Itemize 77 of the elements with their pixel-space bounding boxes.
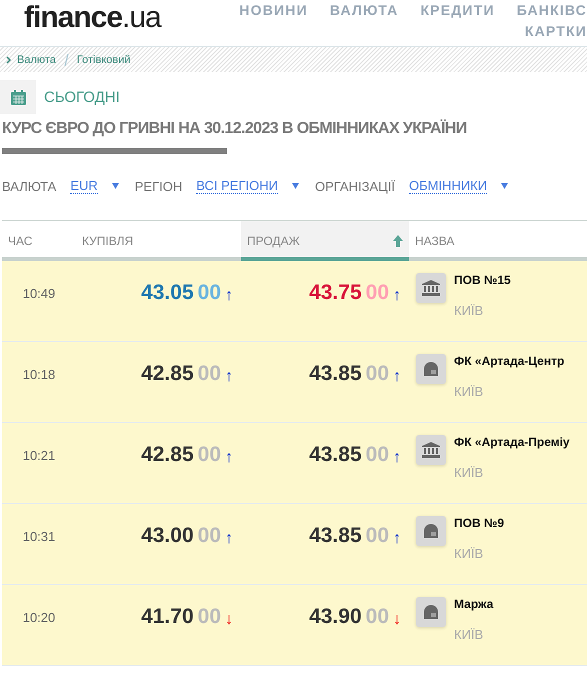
trend-arrow: ↓ bbox=[225, 610, 233, 628]
rate-fraction: 00 bbox=[366, 524, 389, 548]
city-label: КИЇВ bbox=[454, 465, 484, 480]
time-cell: 10:20 bbox=[22, 610, 56, 624]
filter-label: РЕГІОН bbox=[134, 178, 182, 194]
rate-fraction: 00 bbox=[198, 443, 221, 467]
filter-dropdown[interactable]: ВСІ РЕГІОНИ bbox=[196, 178, 278, 194]
trend-arrow: ↓ bbox=[393, 610, 401, 628]
trend-arrow: ↑ bbox=[225, 286, 233, 304]
nav-link[interactable]: КАРТКИ bbox=[524, 21, 587, 42]
trend-arrow: ↑ bbox=[225, 448, 233, 466]
filter-label: ОРГАНІЗАЦІЇ bbox=[314, 178, 395, 194]
city-label: КИЇВ bbox=[454, 627, 484, 642]
sell-rate: 43.75 bbox=[309, 281, 362, 305]
filter-dropdown[interactable]: ОБМІННИКИ bbox=[408, 178, 488, 194]
bank-building-icon bbox=[422, 280, 440, 296]
trend-arrow: ↑ bbox=[225, 530, 233, 548]
trend-arrow: ↑ bbox=[393, 530, 401, 548]
sell-rate: 43.85 bbox=[309, 524, 362, 548]
rate-fraction: 00 bbox=[366, 362, 389, 386]
time-cell: 10:21 bbox=[22, 448, 56, 462]
buy-rate: 42.85 bbox=[141, 443, 194, 467]
separator-icon bbox=[64, 54, 69, 66]
buy-rate: 41.70 bbox=[141, 605, 194, 629]
rate-fraction: 00 bbox=[198, 362, 221, 386]
caret-icon[interactable] bbox=[501, 183, 508, 189]
page-title: КУРС ЄВРО ДО ГРИВНІ НА 30.12.2023 В ОБМІННИКАХ УКРАЇНИ bbox=[2, 120, 468, 138]
rate-fraction: 00 bbox=[198, 524, 221, 548]
buy-rate: 43.00 bbox=[141, 524, 194, 548]
time-cell: 10:18 bbox=[22, 366, 56, 382]
time-cell: 10:31 bbox=[22, 528, 56, 544]
nav-link[interactable]: ВАЛЮТА bbox=[330, 0, 398, 21]
trend-arrow: ↑ bbox=[393, 368, 401, 386]
trend-arrow: ↑ bbox=[393, 448, 401, 466]
organization-name[interactable]: Маржа bbox=[454, 597, 494, 611]
rate-fraction: 00 bbox=[198, 281, 221, 305]
buy-rate: 42.85 bbox=[141, 362, 194, 386]
rate-fraction: 00 bbox=[366, 605, 389, 629]
rate-fraction: 00 bbox=[366, 281, 389, 305]
sell-rate: 43.85 bbox=[309, 443, 362, 467]
rate-fraction: 00 bbox=[366, 443, 389, 467]
chevron-icon bbox=[6, 56, 11, 64]
sell-rate: 43.85 bbox=[309, 362, 362, 386]
today-label: СЬОГОДНІ bbox=[44, 88, 120, 106]
buy-rate: 43.05 bbox=[141, 281, 194, 305]
city-label: КИЇВ bbox=[454, 303, 484, 318]
filter-label: ВАЛЮТА bbox=[2, 178, 56, 194]
bank-building-icon bbox=[422, 442, 440, 458]
time-cell: 10:49 bbox=[22, 286, 56, 300]
sell-rate: 43.90 bbox=[309, 605, 362, 629]
caret-icon[interactable] bbox=[292, 183, 299, 189]
trend-arrow: ↑ bbox=[393, 286, 401, 304]
organization-name[interactable]: ПОВ №15 bbox=[454, 273, 511, 287]
column-header[interactable]: ПРОДАЖ bbox=[241, 221, 409, 261]
organization-name[interactable]: ФК «Артада-Центр bbox=[454, 354, 564, 368]
nav-link[interactable]: НОВИНИ bbox=[239, 0, 308, 21]
exchange-kiosk-icon bbox=[423, 362, 439, 376]
organization-name[interactable]: ПОВ №9 bbox=[454, 516, 504, 530]
filter-dropdown[interactable]: EUR bbox=[70, 178, 98, 194]
column-header[interactable]: КУПІВЛЯ bbox=[76, 221, 241, 261]
nav-link[interactable]: КРЕДИТИ bbox=[420, 0, 495, 21]
breadcrumb-link[interactable]: Готівковий bbox=[76, 54, 131, 66]
city-label: КИЇВ bbox=[454, 546, 484, 561]
column-header[interactable]: ЧАС bbox=[2, 221, 76, 261]
calendar-icon bbox=[10, 90, 26, 104]
sort-arrow-icon bbox=[393, 235, 403, 247]
nav-link[interactable]: БАНКІВС bbox=[516, 0, 587, 21]
caret-icon[interactable] bbox=[112, 183, 119, 189]
rate-fraction: 00 bbox=[198, 605, 221, 629]
breadcrumb-link[interactable]: Валюта bbox=[17, 54, 56, 66]
organization-name[interactable]: ФК «Артада-Преміу bbox=[454, 435, 570, 449]
site-logo[interactable]: finance.ua bbox=[24, 0, 161, 46]
trend-arrow: ↑ bbox=[225, 368, 233, 386]
city-label: КИЇВ bbox=[454, 384, 484, 399]
exchange-kiosk-icon bbox=[423, 524, 439, 538]
column-header[interactable]: НАЗВА bbox=[409, 221, 587, 261]
exchange-kiosk-icon bbox=[423, 605, 439, 619]
